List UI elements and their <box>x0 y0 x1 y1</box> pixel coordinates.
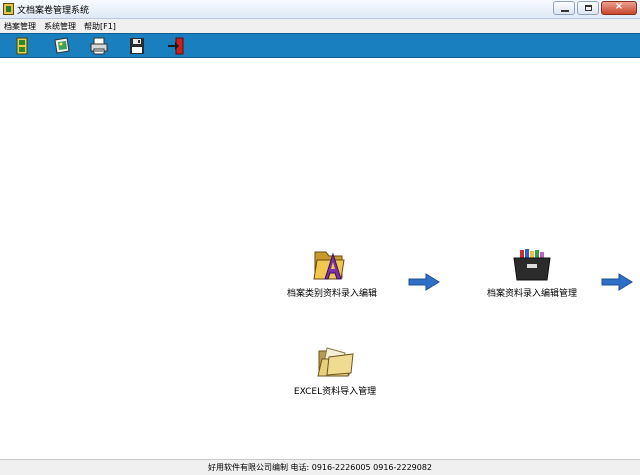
node-label: 档案资料录入编辑管理 <box>486 289 577 299</box>
menu-system-management[interactable]: 系统管理 <box>44 21 76 32</box>
window-controls: × <box>553 1 637 15</box>
folder-letter-a-icon <box>313 251 345 280</box>
menu-help[interactable]: 帮助[F1] <box>84 21 116 32</box>
window-title: 文档案卷管理系统 <box>17 6 90 16</box>
minimize-button[interactable] <box>553 1 575 15</box>
open-folder-icon <box>317 347 354 377</box>
green-binder-icon[interactable] <box>12 36 32 56</box>
maximize-icon <box>585 5 592 11</box>
close-icon: × <box>614 1 624 12</box>
node-label: 档案类别资料录入编辑 <box>286 289 377 299</box>
maximize-button[interactable] <box>577 1 599 15</box>
title-bar: 文档案卷管理系统 × <box>0 0 640 19</box>
toolbar <box>0 33 640 58</box>
app-icon <box>3 3 14 15</box>
menu-bar: 档案管理 系统管理 帮助[F1] <box>0 19 640 33</box>
node-excel-import[interactable]: EXCEL资料导入管理 <box>275 345 395 397</box>
exit-door-icon[interactable] <box>166 36 186 56</box>
arrow-right-icon <box>408 273 440 291</box>
floppy-disk-icon[interactable] <box>127 36 147 56</box>
book-image-icon[interactable] <box>52 36 72 56</box>
archive-box-icon <box>513 249 551 281</box>
node-category-entry[interactable]: 档案类别资料录入编辑 <box>272 248 392 299</box>
close-button[interactable]: × <box>601 1 637 15</box>
minimize-icon <box>561 10 569 12</box>
status-text: 好用软件有限公司编制 电话: 0916-2226005 0916-2229082 <box>207 463 433 472</box>
workflow-canvas: 档案类别资料录入编辑 档案资料录入编辑管理 EXCEL资料导入管理 <box>0 58 640 458</box>
printer-icon[interactable] <box>89 36 109 56</box>
status-bar: 好用软件有限公司编制 电话: 0916-2226005 0916-2229082 <box>0 459 640 475</box>
node-label: EXCEL资料导入管理 <box>293 387 377 397</box>
menu-archive-management[interactable]: 档案管理 <box>4 21 36 32</box>
arrow-right-icon <box>601 273 633 291</box>
node-archive-entry[interactable]: 档案资料录入编辑管理 <box>462 248 602 299</box>
